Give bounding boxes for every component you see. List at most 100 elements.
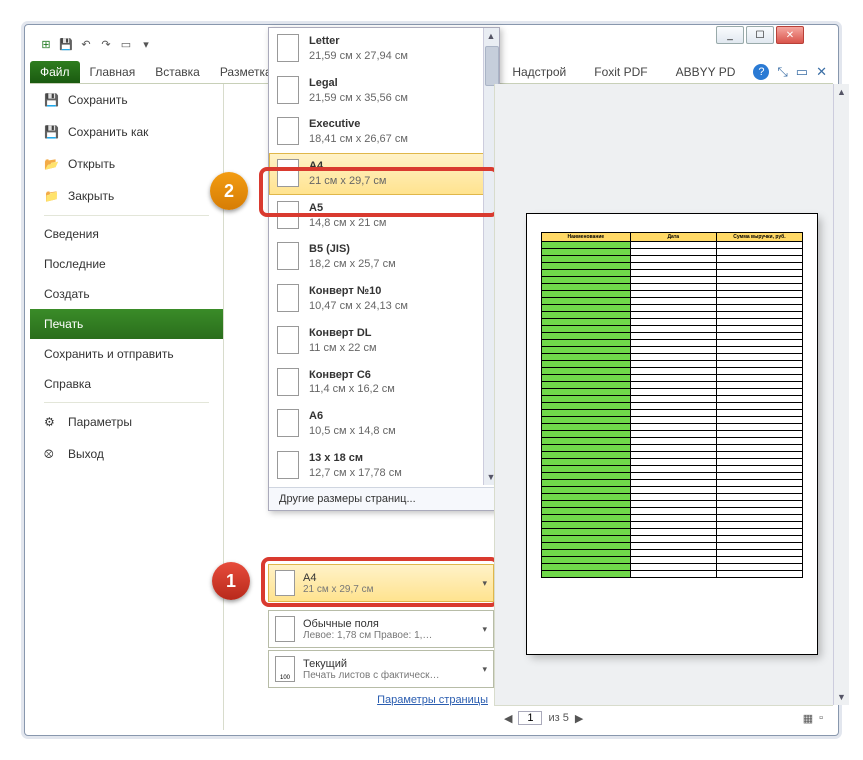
size-dim: 14,8 см x 21 см	[309, 216, 387, 231]
table-row	[542, 312, 803, 319]
page-number-input[interactable]	[518, 711, 542, 725]
backstage-выход[interactable]: ⮾Выход	[30, 438, 223, 470]
table-row	[542, 508, 803, 515]
margins-dropdown[interactable]: Обычные поляЛевое: 1,78 см Правое: 1,… ▾	[268, 610, 494, 648]
next-page-icon[interactable]: ▶	[575, 712, 583, 725]
quick-access-toolbar: ⊞ 💾 ↶ ↷ ▭ ▾	[38, 36, 154, 52]
undo-icon[interactable]: ↶	[78, 36, 94, 52]
minimize-ribbon-icon[interactable]: ⤡	[777, 64, 787, 80]
scaling-label: Текущий	[303, 658, 439, 670]
table-row	[542, 445, 803, 452]
window-restore-icon[interactable]: ▭	[796, 64, 808, 80]
nav-label: Закрыть	[68, 189, 114, 203]
redo-icon[interactable]: ↷	[98, 36, 114, 52]
backstage-создать[interactable]: Создать	[30, 279, 223, 309]
tab-foxit[interactable]: Foxit PDF	[584, 61, 657, 83]
table-row	[542, 403, 803, 410]
table-row	[542, 347, 803, 354]
col-header: Наименование	[542, 233, 631, 242]
backstage-справка[interactable]: Справка	[30, 369, 223, 399]
show-margins-icon[interactable]: ▫	[819, 712, 823, 724]
table-row	[542, 284, 803, 291]
paper-size-option-a6[interactable]: A610,5 см x 14,8 см	[269, 403, 499, 445]
nav-icon: 📁	[44, 188, 60, 204]
print-preview-pane: НаименованиеДатаСумма выручки, руб.	[494, 84, 833, 705]
page-count-label: из 5	[548, 712, 568, 724]
backstage-nav: 💾Сохранить💾Сохранить как📂Открыть 📁 Закрыть…	[30, 84, 224, 730]
table-row	[542, 529, 803, 536]
nav-icon: 💾	[44, 124, 60, 140]
table-row	[542, 305, 803, 312]
backstage-закрыть[interactable]: 📁 Закрыть	[30, 180, 223, 212]
table-row	[542, 263, 803, 270]
table-row	[542, 501, 803, 508]
table-row	[542, 487, 803, 494]
tab-insert[interactable]: Вставка	[145, 61, 210, 83]
scroll-up-icon[interactable]: ▲	[834, 84, 849, 100]
backstage-сохранить[interactable]: 💾Сохранить	[30, 84, 223, 116]
preview-scrollbar[interactable]: ▲ ▼	[833, 84, 849, 705]
tab-home[interactable]: Главная	[80, 61, 146, 83]
paper-size-option-a5[interactable]: A514,8 см x 21 см	[269, 195, 499, 237]
table-row	[542, 277, 803, 284]
col-header: Дата	[630, 233, 716, 242]
tab-file[interactable]: Файл	[30, 61, 80, 83]
table-row	[542, 242, 803, 249]
chevron-down-icon: ▾	[482, 624, 487, 635]
nav-label: Сохранить и отправить	[44, 347, 174, 361]
size-dim: 11,4 см x 16,2 см	[309, 382, 395, 397]
paper-size-option-a4[interactable]: A421 см x 29,7 см	[269, 153, 499, 195]
close-button[interactable]: ✕	[776, 26, 804, 44]
table-row	[542, 452, 803, 459]
backstage-сохранить-как[interactable]: 💾Сохранить как	[30, 116, 223, 148]
paper-size-option-letter[interactable]: Letter21,59 см x 27,94 см	[269, 28, 499, 70]
paper-size-option-b5-jis-[interactable]: B5 (JIS)18,2 см x 25,7 см	[269, 236, 499, 278]
backstage-сведения[interactable]: Сведения	[30, 219, 223, 249]
table-row	[542, 564, 803, 571]
tab-abbyy[interactable]: ABBYY PD	[666, 61, 746, 83]
backstage-открыть[interactable]: 📂Открыть	[30, 148, 223, 180]
page-setup-link[interactable]: Параметры страницы	[268, 694, 494, 706]
paper-size-option--c6[interactable]: Конверт C611,4 см x 16,2 см	[269, 362, 499, 404]
paper-size-dropdown[interactable]: A421 см x 29,7 см ▾	[268, 564, 494, 602]
tab-addins[interactable]: Надстрой	[502, 61, 576, 83]
backstage-сохранить-и-отправить[interactable]: Сохранить и отправить	[30, 339, 223, 369]
paper-size-option-13-x-18-[interactable]: 13 x 18 см12,7 см x 17,78 см	[269, 445, 499, 487]
size-name: B5 (JIS)	[309, 242, 396, 257]
nav-label: Справка	[44, 377, 91, 391]
backstage-параметры[interactable]: ⚙Параметры	[30, 406, 223, 438]
paper-size-option-legal[interactable]: Legal21,59 см x 35,56 см	[269, 70, 499, 112]
table-row	[542, 515, 803, 522]
table-row	[542, 550, 803, 557]
page-icon	[277, 76, 299, 104]
chevron-down-icon: ▾	[482, 664, 487, 675]
paper-size-option-executive[interactable]: Executive18,41 см x 26,67 см	[269, 111, 499, 153]
paper-size-option--dl[interactable]: Конверт DL11 см x 22 см	[269, 320, 499, 362]
table-row	[542, 291, 803, 298]
scroll-down-icon[interactable]: ▼	[834, 689, 849, 705]
backstage-печать[interactable]: Печать	[30, 309, 223, 339]
maximize-button[interactable]: ☐	[746, 26, 774, 44]
qat-dropdown-icon[interactable]: ▾	[138, 36, 154, 52]
prev-page-icon[interactable]: ◀	[504, 712, 512, 725]
save-icon[interactable]: 💾	[58, 36, 74, 52]
table-row	[542, 473, 803, 480]
minimize-button[interactable]: _	[716, 26, 744, 44]
help-icon[interactable]: ?	[753, 64, 769, 80]
preview-page: НаименованиеДатаСумма выручки, руб.	[527, 214, 817, 654]
scroll-up-icon[interactable]: ▲	[484, 28, 498, 44]
scaling-dropdown[interactable]: 100 ТекущийПечать листов с фактическ… ▾	[268, 650, 494, 688]
scroll-thumb[interactable]	[485, 46, 499, 86]
table-row	[542, 557, 803, 564]
table-row	[542, 536, 803, 543]
table-row	[542, 543, 803, 550]
zoom-to-page-icon[interactable]: ▦	[803, 712, 813, 725]
paper-size-label: A4	[303, 572, 373, 584]
window-close-icon[interactable]: ✕	[816, 64, 827, 80]
backstage-последние[interactable]: Последние	[30, 249, 223, 279]
more-page-sizes[interactable]: Другие размеры страниц...	[269, 487, 499, 510]
paper-size-option--10[interactable]: Конверт №1010,47 см x 24,13 см	[269, 278, 499, 320]
size-name: A4	[309, 159, 387, 174]
table-row	[542, 333, 803, 340]
quickprint-icon[interactable]: ▭	[118, 36, 134, 52]
